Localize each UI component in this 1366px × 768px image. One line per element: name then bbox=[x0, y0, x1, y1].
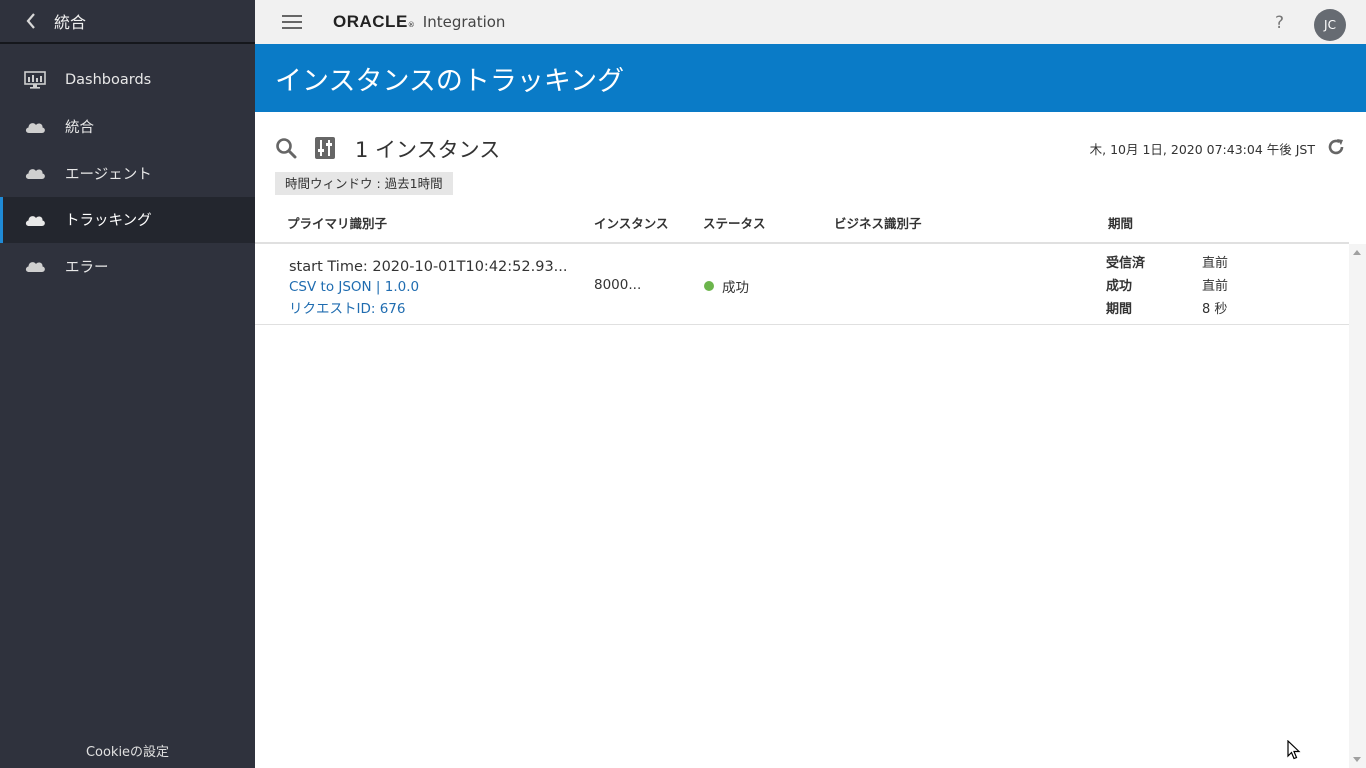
menu-icon[interactable] bbox=[282, 15, 302, 29]
column-header-status[interactable]: ステータス bbox=[703, 213, 766, 232]
cloud-icon bbox=[24, 164, 46, 182]
page-header: インスタンスのトラッキング bbox=[255, 44, 1366, 112]
sidebar-item-label: エラー bbox=[65, 259, 109, 276]
sidebar-item-agents[interactable]: エージェント bbox=[0, 150, 255, 197]
cloud-icon bbox=[24, 257, 46, 275]
last-refresh-timestamp: 木, 10月 1日, 2020 07:43:04 午後 JST bbox=[1089, 142, 1315, 157]
status-cell: 成功 bbox=[704, 276, 749, 296]
column-header-business-id[interactable]: ビジネス識別子 bbox=[834, 213, 922, 232]
duration-value: 8 秒 bbox=[1202, 302, 1228, 317]
instance-id-cell[interactable]: 8000... bbox=[594, 277, 641, 293]
sidebar: 統合 Dashboards 統合 エージェント トラッキング エラー Cooki… bbox=[0, 0, 255, 768]
scroll-up-arrow-icon[interactable] bbox=[1353, 250, 1361, 255]
scroll-down-arrow-icon[interactable] bbox=[1353, 757, 1361, 762]
duration-elapsed: 期間 8 秒 bbox=[1106, 296, 1228, 319]
monitor-icon bbox=[24, 71, 46, 89]
cookie-settings-link[interactable]: Cookieの設定 bbox=[0, 741, 255, 760]
duration-key: 期間 bbox=[1106, 302, 1133, 317]
duration-received: 受信済 直前 bbox=[1106, 250, 1228, 273]
sidebar-item-label: エージェント bbox=[65, 166, 152, 183]
search-icon[interactable] bbox=[275, 137, 297, 159]
primary-id-cell: start Time: 2020-10-01T10:42:52.93... CS… bbox=[289, 259, 568, 317]
column-header-duration[interactable]: 期間 bbox=[1108, 213, 1133, 232]
product-name: Integration bbox=[422, 13, 506, 31]
sidebar-item-label: 統合 bbox=[65, 120, 94, 137]
duration-value: 直前 bbox=[1202, 256, 1229, 271]
page-title: インスタンスのトラッキング bbox=[275, 65, 625, 97]
mouse-pointer-icon bbox=[1287, 739, 1301, 760]
sidebar-item-tracking[interactable]: トラッキング bbox=[0, 196, 255, 243]
brand: ORACLE ® Integration bbox=[333, 12, 505, 32]
primary-id-value: start Time: 2020-10-01T10:42:52.93... bbox=[289, 259, 568, 275]
status-label: 成功 bbox=[722, 280, 749, 296]
cloud-icon bbox=[24, 118, 46, 136]
sidebar-nav: Dashboards 統合 エージェント トラッキング エラー bbox=[0, 57, 255, 290]
sidebar-header: 統合 bbox=[0, 0, 255, 44]
avatar[interactable]: JC bbox=[1314, 9, 1346, 41]
sidebar-item-dashboards[interactable]: Dashboards bbox=[0, 57, 255, 104]
duration-key: 成功 bbox=[1106, 279, 1133, 294]
sidebar-item-integrations[interactable]: 統合 bbox=[0, 104, 255, 151]
table-header: プライマリ識別子 インスタンス ステータス ビジネス識別子 期間 bbox=[255, 200, 1349, 244]
table-row[interactable]: start Time: 2020-10-01T10:42:52.93... CS… bbox=[255, 244, 1349, 325]
status-dot-icon bbox=[704, 281, 714, 291]
toolbar: 1 インスタンス 木, 10月 1日, 2020 07:43:04 午後 JST… bbox=[255, 112, 1366, 200]
sidebar-title: 統合 bbox=[54, 13, 87, 32]
sidebar-item-label: トラッキング bbox=[65, 213, 152, 230]
registered-mark: ® bbox=[407, 21, 415, 29]
column-header-instance[interactable]: インスタンス bbox=[594, 213, 669, 232]
duration-succeeded: 成功 直前 bbox=[1106, 273, 1228, 296]
vertical-scrollbar[interactable] bbox=[1349, 244, 1366, 768]
oracle-logo: ORACLE bbox=[333, 12, 408, 31]
time-window-filter-chip[interactable]: 時間ウィンドウ : 過去1時間 bbox=[275, 172, 453, 195]
refresh-icon[interactable] bbox=[1326, 137, 1346, 157]
instance-count: 1 インスタンス bbox=[355, 138, 501, 162]
sidebar-item-errors[interactable]: エラー bbox=[0, 243, 255, 290]
filter-icon[interactable] bbox=[314, 136, 336, 160]
top-bar: ORACLE ® Integration ? JC bbox=[255, 0, 1366, 44]
sidebar-item-label: Dashboards bbox=[65, 72, 152, 89]
duration-key: 受信済 bbox=[1106, 256, 1146, 271]
column-header-primary-id[interactable]: プライマリ識別子 bbox=[287, 213, 387, 232]
help-icon[interactable]: ? bbox=[1275, 13, 1284, 33]
duration-value: 直前 bbox=[1202, 279, 1229, 294]
duration-cell: 受信済 直前 成功 直前 期間 8 秒 bbox=[1106, 250, 1228, 319]
request-id-link[interactable]: リクエストID: 676 bbox=[289, 297, 568, 317]
back-chevron-icon[interactable] bbox=[20, 10, 42, 32]
integration-link[interactable]: CSV to JSON | 1.0.0 bbox=[289, 279, 568, 295]
cloud-icon bbox=[24, 211, 46, 229]
instances-table: プライマリ識別子 インスタンス ステータス ビジネス識別子 期間 start T… bbox=[255, 200, 1349, 325]
